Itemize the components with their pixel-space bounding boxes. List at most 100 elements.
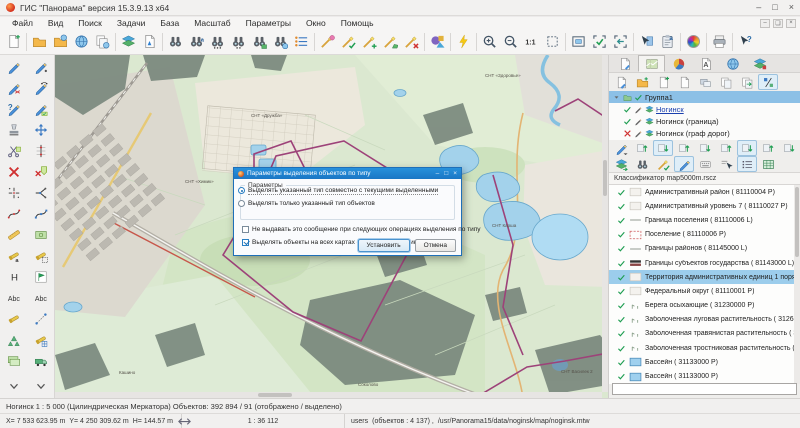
tree-map-row[interactable]: Ногинск (граница) [609, 115, 800, 127]
new-doc-button[interactable] [3, 31, 24, 53]
scale-1-1-button[interactable]: 1:1 [521, 31, 542, 53]
menu-5[interactable]: Масштаб [194, 18, 230, 28]
dialog-titlebar[interactable]: Параметры выделения объектов по типу – □… [234, 168, 461, 179]
copy-map-1-button[interactable] [716, 74, 736, 90]
window-maximize-button[interactable]: □ [772, 3, 777, 12]
select-clear-button[interactable] [401, 31, 422, 53]
delete-fragment-button[interactable] [29, 162, 53, 181]
layers-go-button[interactable] [611, 156, 631, 172]
zoom-out-button[interactable] [500, 31, 521, 53]
delete-object-button[interactable] [2, 162, 26, 181]
stamp-objects-button[interactable] [2, 120, 26, 139]
area-calc-button[interactable] [29, 225, 53, 244]
measure-length-button[interactable] [29, 309, 53, 328]
tab-globe[interactable] [719, 55, 746, 72]
tab-fonts[interactable]: A [692, 55, 719, 72]
color-wheel-button[interactable] [683, 31, 704, 53]
chevron-down-button[interactable] [2, 376, 26, 395]
cards-button[interactable] [695, 74, 715, 90]
classifier-item[interactable]: Граница поселения ( 81110006 L) [609, 213, 794, 227]
wand-check-button[interactable] [653, 156, 673, 172]
classifier-item[interactable]: Поселение ( 81110006 P) [609, 228, 794, 242]
classifier-item[interactable]: Бассейн ( 31133000 P) [609, 369, 794, 383]
classifier-item[interactable]: Бассейн ( 31133000 P) [609, 355, 794, 369]
apply-button[interactable]: Установить [358, 239, 410, 252]
flag-point-button[interactable] [29, 267, 53, 286]
find-area-button[interactable] [249, 31, 270, 53]
chevron-down-button[interactable] [29, 376, 53, 395]
classifier-item[interactable]: Границы субъектов государства ( 81143000… [609, 256, 794, 270]
mdi-restore-button[interactable]: ❏ [773, 19, 783, 28]
dialog-close-button[interactable]: × [453, 170, 457, 177]
highlight-attr-button[interactable]: a [2, 246, 26, 265]
menu-2[interactable]: Поиск [78, 18, 102, 28]
pencil-modify-button[interactable] [29, 57, 53, 76]
menu-1[interactable]: Вид [48, 18, 63, 28]
find-attr-button[interactable]: a [186, 31, 207, 53]
keyboard-button[interactable] [695, 156, 715, 172]
help-pointer-button[interactable]: ? [735, 31, 756, 53]
pencil-spline-button[interactable] [29, 78, 53, 97]
legend-flask-button[interactable] [139, 31, 160, 53]
classifier-item[interactable]: Заболоченная луговая растительность ( 31… [609, 313, 794, 327]
find-next-button[interactable] [228, 31, 249, 53]
pencil-style-button[interactable] [29, 99, 53, 118]
list-view-button[interactable] [737, 156, 757, 172]
folder-add-button[interactable] [632, 74, 652, 90]
open-map-button[interactable] [50, 31, 71, 53]
classifier-scroll-thumb[interactable] [795, 187, 799, 257]
pointer-lines-button[interactable] [716, 156, 736, 172]
truck-route-button[interactable] [29, 351, 53, 370]
order-5-button[interactable] [716, 140, 736, 156]
sheet-edit-button[interactable] [611, 74, 631, 90]
view-frame-button[interactable] [568, 31, 589, 53]
move-object-button[interactable] [29, 120, 53, 139]
classifier-filter-input[interactable] [612, 383, 797, 395]
text-h-button[interactable]: H [2, 267, 26, 286]
copy-map-2-button[interactable] [737, 74, 757, 90]
banknote-button[interactable] [2, 351, 26, 370]
tree-map-row[interactable]: Ногинск [609, 103, 800, 115]
tab-map-view[interactable] [638, 55, 665, 72]
print-button[interactable] [709, 31, 730, 53]
tree-map-row[interactable]: Ногинск (граф дорог) [609, 127, 800, 139]
pyramid-3d-button[interactable] [2, 330, 26, 349]
classifier-item[interactable]: Берега осыхающие ( 31230000 P) [609, 299, 794, 313]
zoom-in-button[interactable] [479, 31, 500, 53]
spline-smooth-button[interactable] [2, 204, 26, 223]
pencil-create-button[interactable] [2, 57, 26, 76]
pencil-cut-button[interactable] [2, 78, 26, 97]
window-close-button[interactable]: × [789, 3, 794, 12]
classifier-item[interactable]: Заболоченная травянистая растительность … [609, 327, 794, 341]
doc-add-button[interactable] [653, 74, 673, 90]
menu-6[interactable]: Параметры [246, 18, 291, 28]
order-1-button[interactable] [632, 140, 652, 156]
binoculars-button[interactable] [632, 156, 652, 172]
mdi-close-button[interactable]: × [786, 19, 796, 28]
find-list-button[interactable] [291, 31, 312, 53]
select-add-button[interactable] [359, 31, 380, 53]
spline-edit-button[interactable] [29, 204, 53, 223]
order-6-button[interactable] [737, 140, 757, 156]
layers-button[interactable] [118, 31, 139, 53]
classifier-item[interactable]: Административный уровень 7 ( 81110027 P) [609, 199, 794, 213]
order-3-button[interactable] [674, 140, 694, 156]
props-clipboard-button[interactable]: a [657, 31, 678, 53]
select-area-button[interactable] [380, 31, 401, 53]
find-more-button[interactable] [207, 31, 228, 53]
menu-0[interactable]: Файл [12, 18, 33, 28]
select-check-button[interactable] [338, 31, 359, 53]
dialog-maximize-button[interactable]: □ [444, 170, 448, 177]
find-button[interactable] [165, 31, 186, 53]
tree-group-row[interactable]: Группа1 [609, 91, 800, 103]
highlight-grid-button[interactable] [29, 330, 53, 349]
fit-frame-button[interactable] [542, 31, 563, 53]
select-pink-button[interactable] [317, 31, 338, 53]
menu-8[interactable]: Помощь [341, 18, 374, 28]
pencil-toggle-button[interactable] [674, 156, 694, 172]
tab-layers[interactable] [746, 55, 773, 72]
order-8-button[interactable] [779, 140, 799, 156]
shapes-button[interactable] [427, 31, 448, 53]
text-abc-2-button[interactable]: Abc [29, 288, 53, 307]
pen-dropdown-button[interactable] [611, 140, 631, 156]
